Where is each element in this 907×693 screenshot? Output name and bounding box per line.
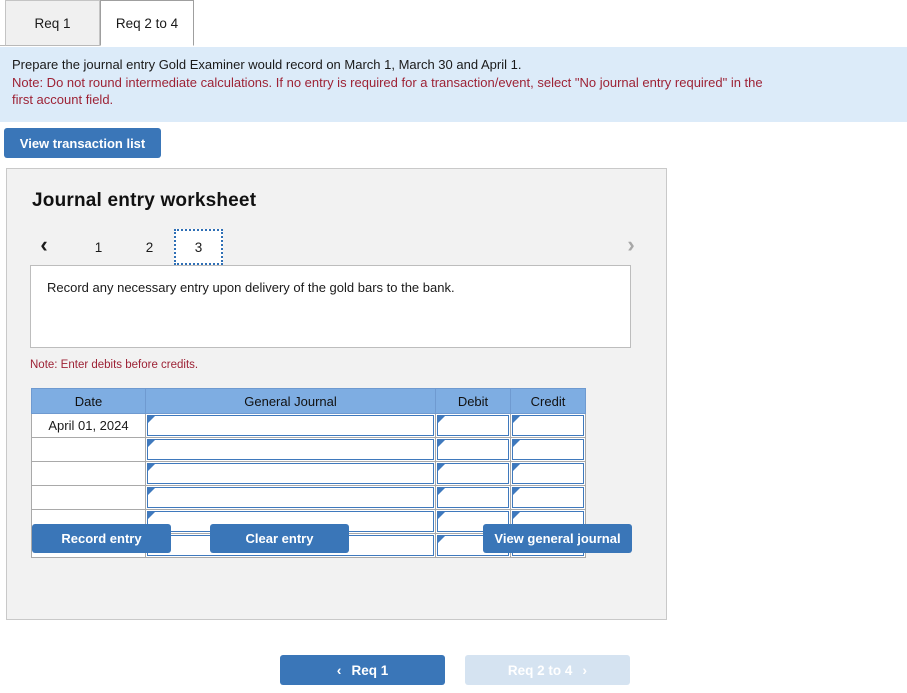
transaction-description-box: Record any necessary entry upon delivery… [30,265,631,348]
credit-input[interactable] [512,487,584,508]
pager-page-2-label: 2 [146,240,154,255]
transaction-description-text: Record any necessary entry upon delivery… [47,280,455,295]
general-journal-cell [146,438,436,462]
account-select-input[interactable] [147,463,434,484]
general-journal-cell [146,462,436,486]
instruction-line: Prepare the journal entry Gold Examiner … [12,56,895,74]
next-requirement-label: Req 2 to 4 [508,663,573,678]
chevron-right-icon[interactable]: › [619,229,643,261]
prev-requirement-label: Req 1 [351,663,388,678]
debit-input[interactable] [437,487,509,508]
view-general-journal-label: View general journal [494,531,620,546]
chevron-left-icon: ‹ [337,662,342,678]
bottom-navigation: ‹ Req 1 Req 2 to 4 › [0,638,907,693]
prev-requirement-button[interactable]: ‹ Req 1 [280,655,445,685]
pager-prev-glyph: ‹ [40,232,47,258]
pager-page-2[interactable]: 2 [125,229,174,265]
account-select-input[interactable] [147,415,434,436]
credit-input[interactable] [512,415,584,436]
tab-bar: Req 1 Req 2 to 4 [0,0,907,46]
account-select-input[interactable] [147,439,434,460]
pager-page-3-selected[interactable]: 3 [174,229,223,265]
general-journal-cell [146,414,436,438]
worksheet-pager: ‹ 1 2 3 › [29,225,649,267]
column-header-credit: Credit [511,389,586,414]
pager-page-3-label: 3 [195,240,203,255]
debit-cell [436,462,511,486]
page-title: Journal entry worksheet [32,190,256,212]
credit-cell [511,486,586,510]
column-header-date: Date [32,389,146,414]
account-select-input[interactable] [147,487,434,508]
debits-before-credits-note: Note: Enter debits before credits. [30,359,198,371]
table-row [32,438,586,462]
credit-input[interactable] [512,439,584,460]
table-row [32,462,586,486]
instruction-note-line-2: first account field. [12,91,895,109]
instruction-banner: Prepare the journal entry Gold Examiner … [0,47,907,122]
table-row [32,486,586,510]
tab-bar-filler [194,0,907,46]
table-header-row: Date General Journal Debit Credit [32,389,586,414]
tab-req-2-to-4[interactable]: Req 2 to 4 [100,0,194,46]
instruction-note-line-1: Note: Do not round intermediate calculat… [12,74,895,92]
debit-input[interactable] [437,415,509,436]
column-header-debit: Debit [436,389,511,414]
journal-entry-worksheet-panel: Journal entry worksheet ‹ 1 2 3 › Record… [6,168,667,620]
pager-page-1[interactable]: 1 [74,229,123,265]
debit-cell [436,438,511,462]
clear-entry-button[interactable]: Clear entry [210,524,349,553]
chevron-right-icon: › [582,662,587,678]
tab-req-1-label: Req 1 [34,16,70,31]
view-transaction-list-label: View transaction list [20,136,145,151]
date-cell [32,486,146,510]
table-row: April 01, 2024 [32,414,586,438]
debit-cell [436,414,511,438]
pager-next-glyph: › [627,232,634,258]
view-general-journal-button[interactable]: View general journal [483,524,632,553]
credit-cell [511,438,586,462]
tab-req-1[interactable]: Req 1 [5,0,100,46]
credit-input[interactable] [512,463,584,484]
date-cell: April 01, 2024 [32,414,146,438]
debit-cell [436,486,511,510]
column-header-general-journal: General Journal [146,389,436,414]
date-cell [32,438,146,462]
date-cell [32,462,146,486]
tab-req-2-to-4-label: Req 2 to 4 [116,16,178,31]
chevron-left-icon[interactable]: ‹ [32,229,56,261]
debit-input[interactable] [437,463,509,484]
credit-cell [511,462,586,486]
record-entry-label: Record entry [61,531,141,546]
general-journal-cell [146,486,436,510]
clear-entry-label: Clear entry [246,531,314,546]
record-entry-button[interactable]: Record entry [32,524,171,553]
pager-page-1-label: 1 [95,240,103,255]
debit-input[interactable] [437,439,509,460]
view-transaction-list-button[interactable]: View transaction list [4,128,161,158]
next-requirement-button[interactable]: Req 2 to 4 › [465,655,630,685]
credit-cell [511,414,586,438]
